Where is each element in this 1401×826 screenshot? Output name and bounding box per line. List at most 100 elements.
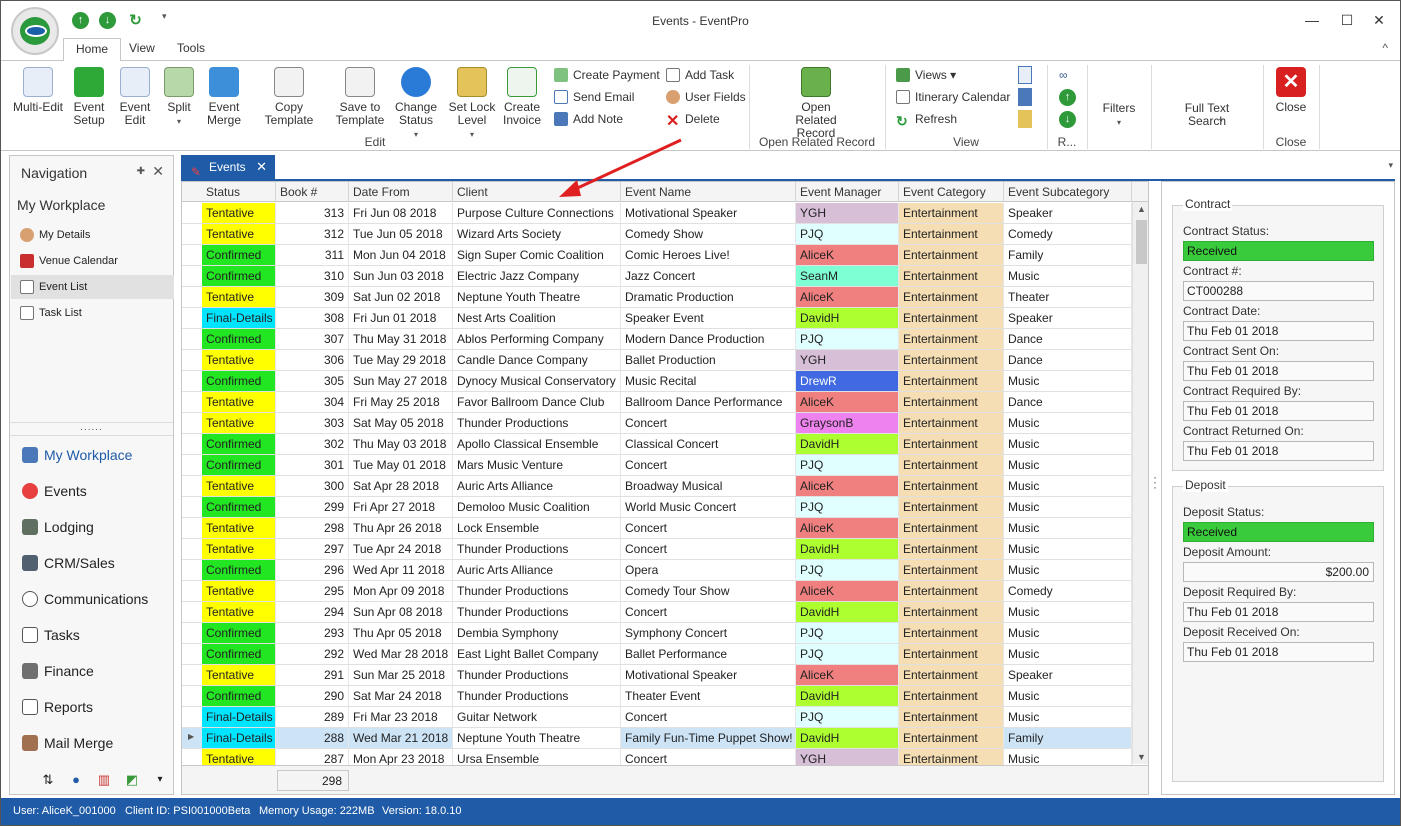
more-chevron-icon[interactable]: ▾ xyxy=(152,772,168,788)
change-status-button[interactable]: Change Status ▾ xyxy=(391,67,441,141)
column-header-date-from[interactable]: Date From xyxy=(349,182,453,202)
cell-event-subcategory[interactable]: Music xyxy=(1004,602,1132,622)
cell-event-subcategory[interactable]: Music xyxy=(1004,623,1132,643)
cell-event-name[interactable]: Jazz Concert xyxy=(621,266,796,286)
cell-event-subcategory[interactable]: Family xyxy=(1004,728,1132,748)
cell-status[interactable]: Confirmed xyxy=(202,371,276,391)
cell-event-subcategory[interactable]: Music xyxy=(1004,434,1132,454)
cell-book-number[interactable]: 311 xyxy=(276,245,349,265)
grid-vertical-scrollbar[interactable]: ▲ ▼ xyxy=(1132,202,1148,764)
globe-icon[interactable]: ● xyxy=(68,772,84,788)
cell-client[interactable]: Thunder Productions xyxy=(453,539,621,559)
cell-status[interactable]: Final-Details xyxy=(202,707,276,727)
cell-event-manager[interactable]: PJQ xyxy=(796,224,899,244)
cell-book-number[interactable]: 298 xyxy=(276,518,349,538)
views-dropdown[interactable]: Views ▾ xyxy=(896,66,956,84)
cell-book-number[interactable]: 294 xyxy=(276,602,349,622)
cell-event-subcategory[interactable]: Music xyxy=(1004,560,1132,580)
deposit-amount-field[interactable]: $200.00 xyxy=(1183,562,1374,582)
cell-event-name[interactable]: Comic Heroes Live! xyxy=(621,245,796,265)
cell-event-name[interactable]: Broadway Musical xyxy=(621,476,796,496)
cell-event-manager[interactable]: AliceK xyxy=(796,287,899,307)
binoculars-icon[interactable]: ∞ xyxy=(1059,66,1068,84)
cell-event-subcategory[interactable]: Music xyxy=(1004,518,1132,538)
minimize-button[interactable]: — xyxy=(1297,9,1327,31)
table-row[interactable]: Confirmed 305 Sun May 27 2018 Dynocy Musica… xyxy=(182,371,1132,392)
nav-my-workplace[interactable]: My Workplace xyxy=(11,440,174,470)
cell-status[interactable]: Confirmed xyxy=(202,686,276,706)
cell-date-from[interactable]: Thu May 03 2018 xyxy=(349,434,453,454)
cell-client[interactable]: Auric Arts Alliance xyxy=(453,560,621,580)
cell-event-name[interactable]: Concert xyxy=(621,539,796,559)
table-row[interactable]: Tentative 297 Tue Apr 24 2018 Thunder Produ… xyxy=(182,539,1132,560)
table-row[interactable]: Confirmed 301 Tue May 01 2018 Mars Music Ve… xyxy=(182,455,1132,476)
cell-event-name[interactable]: Music Recital xyxy=(621,371,796,391)
cell-date-from[interactable]: Sat Apr 28 2018 xyxy=(349,476,453,496)
cell-event-category[interactable]: Entertainment xyxy=(899,581,1004,601)
cell-status[interactable]: Tentative xyxy=(202,224,276,244)
cell-event-subcategory[interactable]: Theater xyxy=(1004,287,1132,307)
cell-date-from[interactable]: Fri Mar 23 2018 xyxy=(349,707,453,727)
close-nav-icon[interactable]: ✕ xyxy=(152,163,164,180)
create-payment-button[interactable]: Create Payment xyxy=(554,66,660,84)
table-row[interactable]: Confirmed 293 Thu Apr 05 2018 Dembia Sympho… xyxy=(182,623,1132,644)
cell-status[interactable]: Tentative xyxy=(202,203,276,223)
cell-event-manager[interactable]: PJQ xyxy=(796,644,899,664)
itinerary-calendar-button[interactable]: Itinerary Calendar xyxy=(896,88,1010,106)
cell-event-manager[interactable]: SeanM xyxy=(796,266,899,286)
cell-event-manager[interactable]: DavidH xyxy=(796,686,899,706)
nav-mail-merge[interactable]: Mail Merge xyxy=(11,728,174,758)
tab-tools[interactable]: Tools xyxy=(165,38,217,61)
cell-book-number[interactable]: 293 xyxy=(276,623,349,643)
user-fields-button[interactable]: User Fields xyxy=(666,88,746,106)
cell-book-number[interactable]: 306 xyxy=(276,350,349,370)
cell-event-manager[interactable]: PJQ xyxy=(796,329,899,349)
cell-event-subcategory[interactable]: Music xyxy=(1004,266,1132,286)
cell-status[interactable]: Tentative xyxy=(202,350,276,370)
close-ribbon-button[interactable]: ✕ Close xyxy=(1269,67,1313,114)
table-row[interactable]: Tentative 295 Mon Apr 09 2018 Thunder Produ… xyxy=(182,581,1132,602)
cell-event-manager[interactable]: AliceK xyxy=(796,476,899,496)
save-to-template-button[interactable]: Save to Template xyxy=(334,67,386,127)
cell-event-category[interactable]: Entertainment xyxy=(899,476,1004,496)
refresh-icon[interactable]: ↻ xyxy=(127,12,144,29)
cell-event-manager[interactable]: DavidH xyxy=(796,308,899,328)
cell-event-category[interactable]: Entertainment xyxy=(899,329,1004,349)
cell-date-from[interactable]: Sun Jun 03 2018 xyxy=(349,266,453,286)
line-chart-icon[interactable]: ◩ xyxy=(124,772,140,788)
quick-access-dropdown-icon[interactable]: ▾ xyxy=(162,11,167,22)
close-window-button[interactable]: ✕ xyxy=(1364,9,1394,31)
cell-book-number[interactable]: 290 xyxy=(276,686,349,706)
cell-event-name[interactable]: Speaker Event xyxy=(621,308,796,328)
table-row[interactable]: Confirmed 299 Fri Apr 27 2018 Demoloo Music… xyxy=(182,497,1132,518)
cell-date-from[interactable]: Sun Apr 08 2018 xyxy=(349,602,453,622)
cell-date-from[interactable]: Sun Mar 25 2018 xyxy=(349,665,453,685)
cell-event-category[interactable]: Entertainment xyxy=(899,602,1004,622)
cell-client[interactable]: Electric Jazz Company xyxy=(453,266,621,286)
bar-chart-icon[interactable]: ▥ xyxy=(96,772,112,788)
cell-book-number[interactable]: 305 xyxy=(276,371,349,391)
table-row[interactable]: Confirmed 292 Wed Mar 28 2018 East Light Ba… xyxy=(182,644,1132,665)
cell-event-manager[interactable]: DavidH xyxy=(796,539,899,559)
table-row[interactable]: Final-Details 308 Fri Jun 01 2018 Nest Arts… xyxy=(182,308,1132,329)
cell-event-name[interactable]: Dramatic Production xyxy=(621,287,796,307)
scroll-thumb[interactable] xyxy=(1136,220,1147,264)
cell-status[interactable]: Tentative xyxy=(202,665,276,685)
cell-status[interactable]: Tentative xyxy=(202,581,276,601)
cell-event-category[interactable]: Entertainment xyxy=(899,350,1004,370)
refresh-button[interactable]: ↻ Refresh xyxy=(896,110,957,128)
contract-sent-field[interactable]: Thu Feb 01 2018 xyxy=(1183,361,1374,381)
copy-template-button[interactable]: Copy Template xyxy=(251,67,327,127)
cell-date-from[interactable]: Fri Apr 27 2018 xyxy=(349,497,453,517)
column-header-status[interactable]: Status xyxy=(202,182,276,202)
cell-book-number[interactable]: 313 xyxy=(276,203,349,223)
cell-event-name[interactable]: Motivational Speaker xyxy=(621,665,796,685)
cell-event-category[interactable]: Entertainment xyxy=(899,308,1004,328)
cell-date-from[interactable]: Sat Mar 24 2018 xyxy=(349,686,453,706)
table-row[interactable]: Tentative 304 Fri May 25 2018 Favor Ballroo… xyxy=(182,392,1132,413)
cell-status[interactable]: Tentative xyxy=(202,476,276,496)
document-icon[interactable] xyxy=(1018,110,1032,128)
column-header-book-number[interactable]: Book # xyxy=(276,182,349,202)
cell-date-from[interactable]: Thu Apr 05 2018 xyxy=(349,623,453,643)
maximize-button[interactable]: ☐ xyxy=(1332,9,1362,31)
